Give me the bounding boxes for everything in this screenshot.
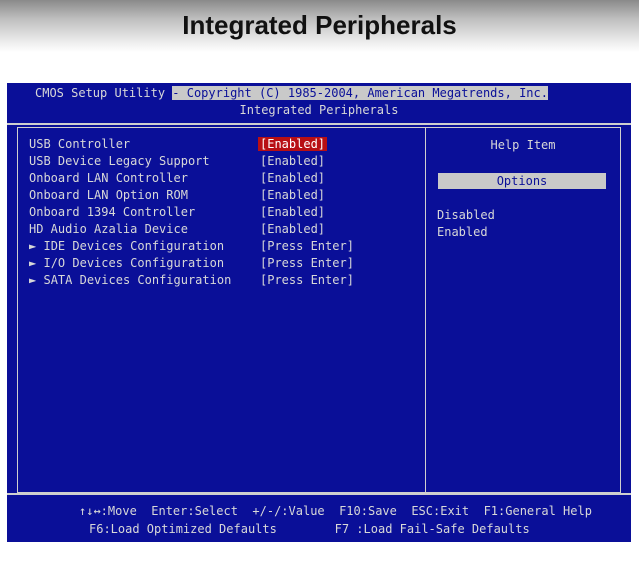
setting-value[interactable]: [Enabled] xyxy=(258,222,327,236)
setting-value[interactable]: [Enabled] xyxy=(258,171,327,185)
setting-label: Onboard 1394 Controller xyxy=(29,205,196,219)
bios-page-subtitle: Integrated Peripherals xyxy=(239,103,399,117)
setting-label: ► IDE Devices Configuration xyxy=(29,239,224,253)
setting-label-text: SATA Devices Configuration xyxy=(43,273,232,287)
key-legend-line-1: ↑↓↔:Move Enter:Select +/-/:Value F10:Sav… xyxy=(79,504,592,518)
document-header: Integrated Peripherals xyxy=(0,0,639,52)
option-enabled[interactable]: Enabled xyxy=(437,225,488,239)
setting-label: USB Controller xyxy=(29,137,131,151)
help-item-title: Help Item xyxy=(490,138,556,152)
setting-value[interactable]: [Enabled] xyxy=(258,154,327,168)
option-disabled[interactable]: Disabled xyxy=(437,208,495,222)
document-title: Integrated Peripherals xyxy=(182,10,457,40)
setting-value[interactable]: [Press Enter] xyxy=(258,256,356,270)
setting-value[interactable]: [Enabled] xyxy=(258,205,327,219)
setting-label: ► I/O Devices Configuration xyxy=(29,256,224,270)
setting-value[interactable]: [Press Enter] xyxy=(258,239,356,253)
bios-screen: CMOS Setup Utility - Copyright (C) 1985-… xyxy=(7,83,631,542)
submenu-arrow-icon: ► xyxy=(29,239,37,253)
setting-label: Onboard LAN Option ROM xyxy=(29,188,188,202)
setting-label: ► SATA Devices Configuration xyxy=(29,273,231,287)
panel-divider xyxy=(425,128,426,492)
setting-value[interactable]: [Enabled] xyxy=(258,137,328,151)
setting-value[interactable]: [Enabled] xyxy=(258,188,327,202)
submenu-arrow-icon: ► xyxy=(29,273,37,287)
key-legend: ↑↓↔:Move Enter:Select +/-/:Value F10:Sav… xyxy=(7,493,631,544)
setting-label: HD Audio Azalia Device xyxy=(29,222,188,236)
bios-copyright-text: - Copyright (C) 1985-2004, American Mega… xyxy=(172,86,548,100)
setting-label: Onboard LAN Controller xyxy=(29,171,188,185)
setting-label: USB Device Legacy Support xyxy=(29,154,210,168)
bios-copyright-line: CMOS Setup Utility - Copyright (C) 1985-… xyxy=(35,86,548,100)
submenu-arrow-icon: ► xyxy=(29,256,37,270)
settings-frame: USB Controller [Enabled] USB Device Legacy… xyxy=(17,127,621,493)
options-heading: Options xyxy=(438,173,606,189)
setting-value[interactable]: [Press Enter] xyxy=(258,273,356,287)
bios-utility-name: CMOS Setup Utility xyxy=(35,86,173,100)
key-legend-line-2: F6:Load Optimized Defaults F7 :Load Fail… xyxy=(89,522,530,536)
setting-label-text: I/O Devices Configuration xyxy=(43,256,225,270)
setting-label-text: IDE Devices Configuration xyxy=(43,239,225,253)
bios-title-bar: CMOS Setup Utility - Copyright (C) 1985-… xyxy=(7,83,631,125)
